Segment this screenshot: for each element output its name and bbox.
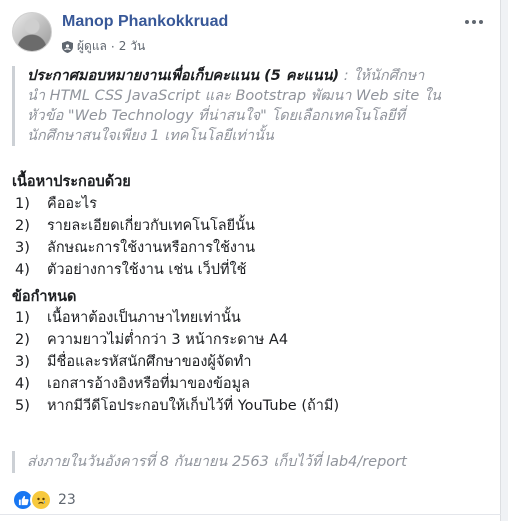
- list-item: 4) เอกสารอ้างอิงหรือที่มาของข้อมูล: [15, 376, 251, 392]
- divider: [0, 514, 501, 515]
- list-item: 1) คืออะไร: [15, 196, 97, 212]
- announcement-line-2: นำ HTML CSS JavaScript และ Bootstrap พัฒ…: [27, 88, 441, 104]
- requirements-list: 1) เนื้อหาต้องเป็นภาษาไทยเท่านั้น 2) ความย…: [15, 307, 339, 417]
- announcement-lead: ประกาศมอบหมายงานเพื่อเก็บคะแนน (5 คะแนน): [27, 68, 340, 84]
- post-header: Manop Phankokkruad ผู้ดูแล · 2 วัน: [12, 10, 488, 58]
- section-content-title: เนื้อหาประกอบด้วย: [12, 174, 131, 190]
- list-item: 1) เนื้อหาต้องเป็นภาษาไทยเท่านั้น: [15, 310, 241, 326]
- sad-icon[interactable]: [30, 489, 52, 511]
- list-item: 4) ตัวอย่างการใช้งาน เช่น เว็ปที่ใช้: [15, 262, 247, 278]
- reactions-summary[interactable]: 23: [12, 489, 76, 511]
- author-avatar[interactable]: [12, 12, 52, 52]
- post-timestamp[interactable]: 2 วัน: [119, 37, 145, 56]
- list-item: 5) หากมีวีดีโอประกอบให้เก็บไว้ที่ YouTube…: [15, 398, 340, 414]
- meta-separator: ·: [110, 39, 115, 54]
- more-options-icon[interactable]: [462, 12, 486, 32]
- post-card: Manop Phankokkruad ผู้ดูแล · 2 วัน ประกา…: [0, 0, 501, 521]
- content-list: 1) คืออะไร 2) รายละเอียดเกี่ยวกับเทคโนโลยี…: [15, 193, 255, 281]
- reaction-count[interactable]: 23: [58, 492, 76, 508]
- list-item: 3) ลักษณะการใช้งานหรือการใช้งาน: [15, 240, 256, 256]
- author-name[interactable]: Manop Phankokkruad: [62, 13, 228, 31]
- list-item: 2) รายละเอียดเกี่ยวกับเทคโนโลยีนั้น: [15, 218, 255, 234]
- author-role[interactable]: ผู้ดูแล: [77, 37, 107, 56]
- deadline-note: ส่งภายในวันอังคารที่ 8 กันยายน 2563 เก็บ…: [12, 451, 475, 473]
- list-item: 3) มีชื่อและรหัสนักศึกษาของผู้จัดทำ: [15, 354, 252, 370]
- announcement-line-4: นักศึกษาสนใจเพียง 1 เทคโนโลยีเท่านั้น: [27, 128, 274, 144]
- post-meta: ผู้ดูแล · 2 วัน: [62, 37, 145, 56]
- announcement-quote: ประกาศมอบหมายงานเพื่อเก็บคะแนน (5 คะแนน)…: [12, 66, 475, 146]
- announcement-line-3: หัวข้อ "Web Technology ที่น่าสนใจ" โดยเล…: [27, 108, 406, 124]
- section-requirements-title: ข้อกำหนด: [12, 289, 77, 305]
- announcement-line-1: : ให้นักศึกษา: [339, 68, 425, 84]
- admin-shield-icon: [62, 40, 73, 53]
- list-item: 2) ความยาวไม่ต่ำกว่า 3 หน้ากระดาษ A4: [15, 332, 289, 348]
